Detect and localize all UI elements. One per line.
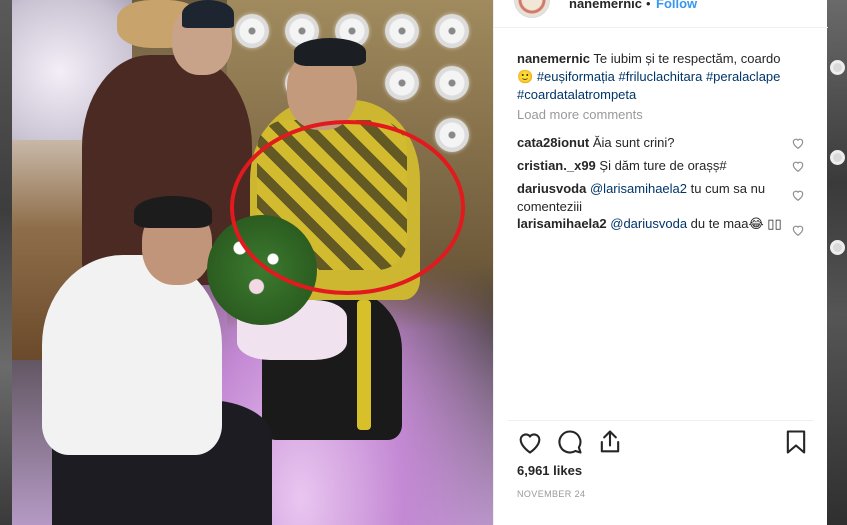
header-separator: •	[646, 0, 651, 11]
bookmark-icon[interactable]	[782, 428, 810, 456]
comment-item: larisamihaela2 @dariusvoda du te maa😂 ▯▯	[517, 215, 787, 233]
actions-divider	[508, 420, 814, 421]
comment-username[interactable]: larisamihaela2	[517, 216, 607, 231]
photo-person-center-stripe	[357, 300, 371, 430]
comment-mention[interactable]: @dariusvoda	[610, 216, 687, 231]
follow-button[interactable]: Follow	[656, 0, 697, 11]
comment-text: Ăia sunt crini?	[592, 135, 675, 150]
post-date[interactable]: NOVEMBER 24	[517, 489, 585, 499]
comment-icon[interactable]	[556, 428, 584, 456]
backdrop-disc	[830, 60, 845, 75]
photo-person-back-cap	[182, 0, 234, 28]
photo-person-front-cap	[134, 196, 212, 228]
hashtag[interactable]: #eușiformația	[537, 69, 615, 84]
comment-text: du te maa😂 ▯▯	[690, 216, 782, 231]
backdrop-left	[0, 0, 12, 525]
comment-username[interactable]: cata28ionut	[517, 135, 589, 150]
caption-text: Te iubim și te respectăm, coardo	[593, 51, 781, 66]
smile-emoji: 🙂	[517, 69, 534, 84]
caption-username[interactable]: nanemernic	[517, 51, 590, 66]
avatar[interactable]	[514, 0, 550, 18]
header-username[interactable]: nanemernic	[569, 0, 642, 11]
heart-icon[interactable]	[791, 136, 805, 150]
photo-person-front	[42, 255, 222, 455]
backdrop-right	[827, 0, 847, 525]
comment-item: dariusvoda @larisamihaela2 tu cum sa nu …	[517, 180, 787, 216]
hashtag[interactable]: #friluclachitara	[618, 69, 702, 84]
comment-item: cata28ionut Ăia sunt crini?	[517, 134, 787, 152]
post-header: nanemernic • Follow	[494, 0, 828, 28]
comment-text: Și dăm ture de orașș#	[599, 158, 727, 173]
post-photo[interactable]	[12, 0, 493, 525]
load-more-comments[interactable]: Load more comments	[517, 107, 643, 122]
hashtag[interactable]: #coardatalatrompeta	[517, 87, 636, 102]
comment-username[interactable]: cristian._x99	[517, 158, 596, 173]
likes-count[interactable]: 6,961 likes	[517, 463, 582, 478]
heart-icon[interactable]	[791, 223, 805, 237]
comment-item: cristian._x99 Și dăm ture de orașș#	[517, 157, 787, 175]
heart-icon[interactable]	[791, 159, 805, 173]
post-side-panel: nanemernic • Follow nanemernic Te iubim …	[493, 0, 828, 525]
backdrop-disc	[830, 240, 845, 255]
share-icon[interactable]	[596, 428, 624, 456]
comment-username[interactable]: dariusvoda	[517, 181, 586, 196]
backdrop-disc	[830, 150, 845, 165]
photo-person-center-cap	[294, 38, 366, 66]
heart-icon[interactable]	[791, 188, 805, 202]
hashtag[interactable]: #peralaclape	[706, 69, 780, 84]
post-caption: nanemernic Te iubim și te respectăm, coa…	[517, 50, 817, 104]
heart-icon[interactable]	[516, 428, 544, 456]
red-circle-annotation	[230, 120, 465, 295]
comment-mention[interactable]: @larisamihaela2	[590, 181, 687, 196]
